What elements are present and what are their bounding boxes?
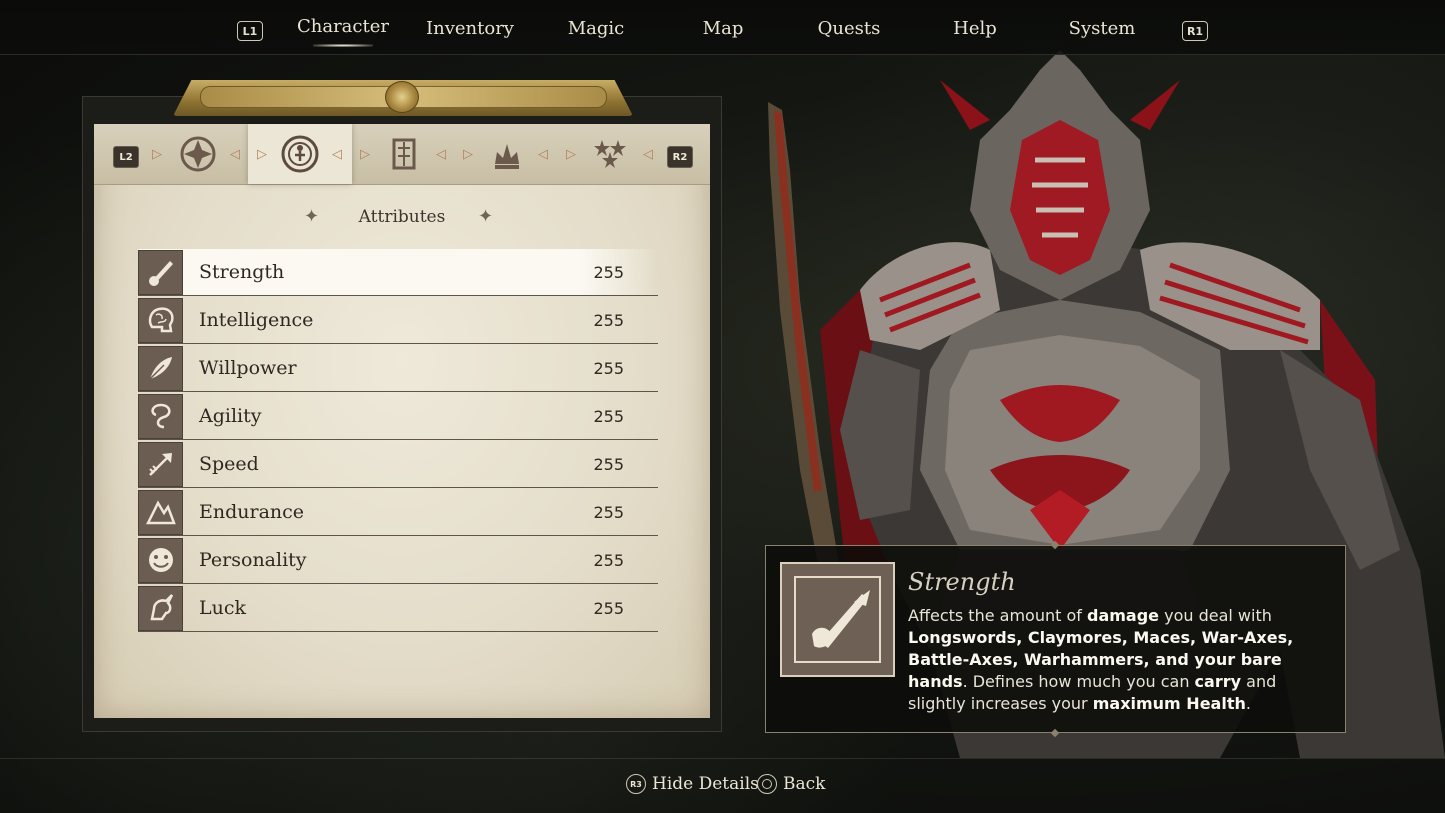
attribute-name: Luck <box>199 597 247 619</box>
separator-arrow-icon: ▷ <box>257 147 267 162</box>
tab-map[interactable]: Map <box>692 18 754 46</box>
separator-arrow-icon: ◁ <box>332 147 342 162</box>
mountain-icon <box>138 489 183 535</box>
flourish-right-icon: ✦ <box>478 206 494 227</box>
mask-icon <box>138 537 183 583</box>
crest-medallion-icon <box>385 81 419 113</box>
separator-arrow-icon: ◁ <box>643 147 653 162</box>
detail-description: Affects the amount of damage you deal wi… <box>908 606 1294 713</box>
attribute-row-luck[interactable]: Luck 255 <box>138 585 658 632</box>
attribute-name: Strength <box>199 261 285 283</box>
attribute-value: 255 <box>593 358 624 378</box>
separator-arrow-icon: ◁ <box>230 147 240 162</box>
attribute-name: Personality <box>199 549 307 571</box>
l1-button[interactable]: L1 <box>237 21 263 41</box>
feather-icon <box>138 345 183 391</box>
attribute-value: 255 <box>593 502 624 522</box>
l2-button[interactable]: L2 <box>113 146 139 168</box>
unicorn-icon <box>138 585 183 631</box>
detail-title: Strength <box>908 568 1016 596</box>
attribute-value: 255 <box>593 406 624 426</box>
separator-arrow-icon: ▷ <box>360 147 370 162</box>
strength-detail-icon <box>780 562 895 677</box>
attribute-row-intelligence[interactable]: Intelligence 255 <box>138 297 658 344</box>
attribute-value: 255 <box>593 262 624 282</box>
attribute-name: Agility <box>199 405 262 427</box>
back-label: Back <box>783 774 826 794</box>
attribute-row-agility[interactable]: Agility 255 <box>138 393 658 440</box>
attribute-value: 255 <box>593 598 624 618</box>
crown-icon <box>487 134 527 174</box>
top-navigation: L1 Character Inventory Magic Map Quests … <box>0 0 1445 55</box>
separator-arrow-icon: ▷ <box>566 147 576 162</box>
hide-details-button[interactable]: R3 Hide Details <box>626 774 759 794</box>
tab-magic[interactable]: Magic <box>555 18 637 46</box>
separator-arrow-icon: ◁ <box>436 147 446 162</box>
attribute-name: Intelligence <box>199 309 314 331</box>
arrow-icon <box>138 441 183 487</box>
star-cluster-icon <box>590 134 630 174</box>
swirl-icon <box>138 393 183 439</box>
r3-button-icon: R3 <box>626 774 646 794</box>
attribute-name: Speed <box>199 453 259 475</box>
attribute-name: Willpower <box>199 357 297 379</box>
attribute-row-strength[interactable]: Strength 255 <box>138 249 658 296</box>
separator-arrow-icon: ▷ <box>463 147 473 162</box>
attribute-row-willpower[interactable]: Willpower 255 <box>138 345 658 392</box>
attribute-value: 255 <box>593 454 624 474</box>
tab-system[interactable]: System <box>1062 18 1142 46</box>
separator-arrow-icon: ◁ <box>538 147 548 162</box>
attribute-row-personality[interactable]: Personality 255 <box>138 537 658 584</box>
serpent-rune-icon <box>280 134 320 174</box>
r1-button[interactable]: R1 <box>1182 21 1208 41</box>
attribute-row-endurance[interactable]: Endurance 255 <box>138 489 658 536</box>
attribute-name: Endurance <box>199 501 305 523</box>
attribute-row-speed[interactable]: Speed 255 <box>138 441 658 488</box>
scroll-icon <box>384 134 424 174</box>
footer-divider <box>0 758 1445 759</box>
separator-arrow-icon: ▷ <box>152 147 162 162</box>
tab-character[interactable]: Character <box>294 16 392 44</box>
circle-button-icon <box>757 774 777 794</box>
sword-hand-icon <box>138 249 183 295</box>
emblem-icon <box>178 134 218 174</box>
r2-button[interactable]: R2 <box>667 146 693 168</box>
brain-icon <box>138 297 183 343</box>
hide-details-label: Hide Details <box>652 774 759 794</box>
attribute-value: 255 <box>593 550 624 570</box>
attribute-value: 255 <box>593 310 624 330</box>
section-title: Attributes <box>358 207 446 227</box>
back-button[interactable]: Back <box>757 774 825 794</box>
tab-quests[interactable]: Quests <box>810 18 888 46</box>
tab-help[interactable]: Help <box>944 18 1006 46</box>
tab-inventory[interactable]: Inventory <box>420 18 520 46</box>
